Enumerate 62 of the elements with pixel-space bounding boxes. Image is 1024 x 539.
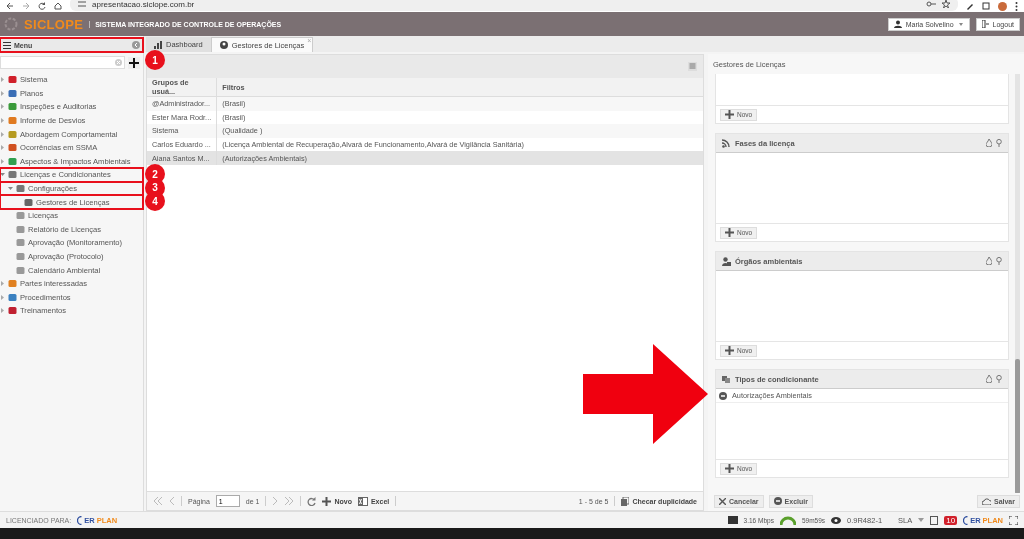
next-page-icon[interactable] <box>272 497 279 505</box>
plus-icon <box>725 346 734 355</box>
logout-icon <box>981 20 989 28</box>
pen-icon[interactable] <box>966 2 974 10</box>
back-icon[interactable] <box>6 2 14 10</box>
plus-icon <box>725 228 734 237</box>
avatar-icon[interactable] <box>998 1 1007 11</box>
menu-icon <box>3 41 11 49</box>
person-icon <box>722 256 731 266</box>
more-icon[interactable] <box>1015 1 1018 11</box>
arc-icon <box>963 515 969 525</box>
network-icon <box>727 516 738 524</box>
first-page-icon[interactable] <box>153 497 163 505</box>
user-icon <box>893 20 902 28</box>
site-settings-icon[interactable] <box>78 0 86 8</box>
previous-page-icon[interactable] <box>169 497 175 505</box>
url-text[interactable]: apresentacao.siclope.com.br <box>92 0 195 9</box>
refresh-icon[interactable] <box>307 496 317 506</box>
plus-icon <box>322 496 332 506</box>
arc-icon <box>77 515 83 525</box>
caret-icon[interactable] <box>918 517 925 523</box>
spreadsheet-icon <box>357 496 368 506</box>
cloud-upload-icon <box>981 497 991 505</box>
tags-icon <box>722 374 731 384</box>
list-menu-icon[interactable] <box>688 62 697 71</box>
key-icon <box>926 0 936 8</box>
plus-icon <box>129 57 139 68</box>
last-page-icon[interactable] <box>284 497 295 505</box>
flame-icon[interactable] <box>986 257 992 265</box>
scrollbar[interactable] <box>1015 74 1020 493</box>
pin-icon[interactable] <box>996 375 1002 383</box>
gear-logo-icon <box>4 17 18 31</box>
fullscreen-icon[interactable] <box>1009 515 1018 525</box>
plus-icon <box>725 464 734 473</box>
home-icon[interactable] <box>54 2 62 10</box>
search-field[interactable] <box>0 56 125 69</box>
step-marker: 1 <box>145 50 165 70</box>
plus-icon <box>725 110 734 119</box>
caret-icon <box>957 20 964 28</box>
pin-icon[interactable] <box>996 139 1002 147</box>
copy-icon <box>621 496 630 506</box>
flame-icon[interactable] <box>986 375 992 383</box>
star-icon[interactable] <box>942 0 950 8</box>
remove-icon[interactable] <box>719 391 727 400</box>
notification-badge[interactable]: 10 <box>944 515 958 525</box>
add-button[interactable] <box>128 56 140 69</box>
step-marker: 4 <box>145 191 165 212</box>
document-icon[interactable] <box>930 515 939 525</box>
flame-icon[interactable] <box>986 139 992 147</box>
gauge-icon <box>779 515 796 525</box>
logo-text: SICLOPE <box>24 16 84 32</box>
eye-icon <box>831 516 842 524</box>
collapse-icon[interactable] <box>132 41 140 49</box>
user-icon <box>219 41 228 49</box>
close-icon <box>719 497 726 505</box>
rss-icon <box>722 138 731 148</box>
reload-icon[interactable] <box>38 2 46 10</box>
extensions-icon[interactable] <box>982 2 990 10</box>
remove-icon <box>773 497 782 505</box>
pin-icon[interactable] <box>996 257 1002 265</box>
forward-icon[interactable] <box>22 2 30 10</box>
bar-chart-icon <box>154 40 162 49</box>
